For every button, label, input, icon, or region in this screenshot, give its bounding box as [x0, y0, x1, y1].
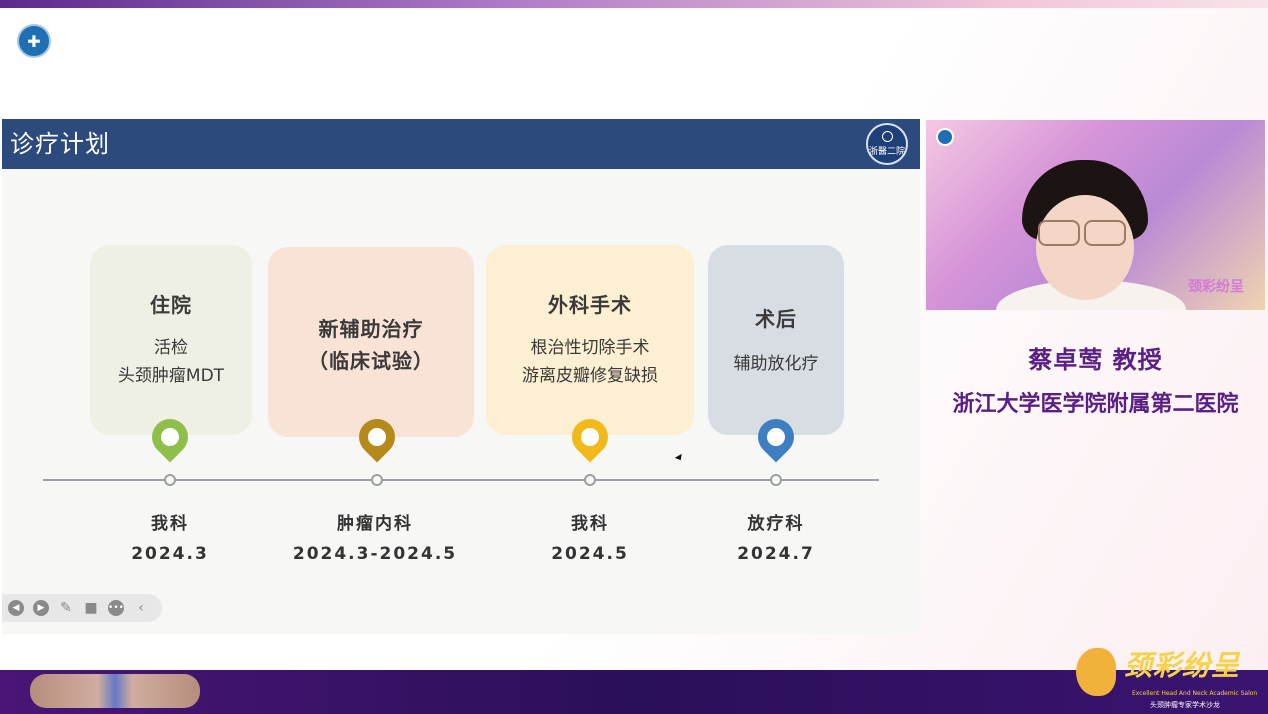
- stage-date: 2024.7: [737, 544, 815, 564]
- stage-title: 住院: [150, 293, 192, 317]
- stage-date: 2024.3: [131, 544, 209, 564]
- stage-dept: 放疗科: [747, 514, 805, 534]
- brand-cn-subtitle: 头颈肿瘤专家学术沙龙: [1150, 701, 1220, 709]
- stage-card-surgery: 外科手术 根治性切除手术 游离皮瓣修复缺损: [486, 245, 694, 435]
- stage-line: 游离皮瓣修复缺损: [522, 366, 658, 386]
- stage-dept: 肿瘤内科: [337, 514, 413, 534]
- stage-date: 2024.3-2024.5: [292, 544, 458, 564]
- handshake-banner-image: [30, 674, 200, 708]
- stage-line: 辅助放化疗: [733, 354, 819, 374]
- timeline-tick: [770, 474, 782, 486]
- stage-title-line2: （临床试验）: [308, 349, 434, 373]
- stage-card-admission: 住院 活检 头颈肿瘤MDT: [90, 245, 252, 435]
- hospital-logo-icon: ✚: [17, 24, 51, 58]
- emblem-text: 浙醫二院: [868, 147, 905, 157]
- camera-icon[interactable]: ■: [83, 600, 99, 616]
- glasses-icon: [1038, 220, 1080, 246]
- hospital-logo-icon: [936, 128, 954, 146]
- collapse-icon[interactable]: ‹: [133, 600, 149, 616]
- stage-label: 肿瘤内科 2024.3-2024.5: [270, 509, 480, 569]
- glasses-icon: [1084, 220, 1126, 246]
- timeline-tick: [371, 474, 383, 486]
- presentation-toolbar: ◀ ▶ ✎ ■ ••• ‹: [2, 594, 162, 622]
- prev-icon[interactable]: ◀: [8, 600, 24, 616]
- brand-en-subtitle: Excellent Head And Neck Academic Salon: [1132, 690, 1258, 697]
- next-icon[interactable]: ▶: [33, 600, 49, 616]
- stage-label: 放疗科 2024.7: [696, 509, 856, 569]
- hospital-emblem-icon: 浙醫二院: [866, 123, 908, 165]
- stage-line: 头颈肿瘤MDT: [117, 366, 225, 386]
- stage-label: 我科 2024.5: [510, 509, 670, 569]
- stage-title: 新辅助治疗: [318, 317, 424, 341]
- timeline-tick: [584, 474, 596, 486]
- presenter-org: 浙江大学医学院附属第二医院: [952, 392, 1239, 417]
- event-brand-logo: 颈彩纷呈 Excellent Head And Neck Academic Sa…: [1072, 644, 1268, 714]
- presenter-video: 颈彩纷呈: [926, 120, 1265, 310]
- stage-line: 活检: [154, 338, 188, 358]
- stage-card-neoadjuvant: 新辅助治疗 （临床试验）: [268, 247, 474, 437]
- stage-card-postop: 术后 辅助放化疗: [708, 245, 844, 435]
- stage-title: 术后: [755, 307, 797, 331]
- slide-title: 诊疗计划: [10, 130, 110, 158]
- head-silhouette-icon: [1076, 648, 1116, 696]
- stage-dept: 我科: [571, 514, 609, 534]
- top-gradient-strip: [0, 0, 1268, 8]
- stage-title: 外科手术: [548, 293, 632, 317]
- pen-icon[interactable]: ✎: [58, 600, 74, 616]
- more-icon[interactable]: •••: [108, 600, 124, 616]
- stage-dept: 我科: [151, 514, 189, 534]
- presenter-name: 蔡卓莺 教授: [1028, 346, 1163, 374]
- stage-label: 我科 2024.3: [90, 509, 250, 569]
- brand-title: 颈彩纷呈: [1124, 649, 1241, 682]
- stage-line: 根治性切除手术: [530, 338, 650, 358]
- presenter-face: [1036, 195, 1134, 300]
- slide-header: 诊疗计划 浙醫二院: [2, 119, 920, 169]
- timeline-tick: [164, 474, 176, 486]
- video-brand-mark: 颈彩纷呈: [1188, 279, 1244, 295]
- presentation-slide: 诊疗计划 浙醫二院 住院 活检 头颈肿瘤MDT 新辅助治疗 （临床试验） 外科手…: [2, 119, 920, 634]
- stage-date: 2024.5: [551, 544, 629, 564]
